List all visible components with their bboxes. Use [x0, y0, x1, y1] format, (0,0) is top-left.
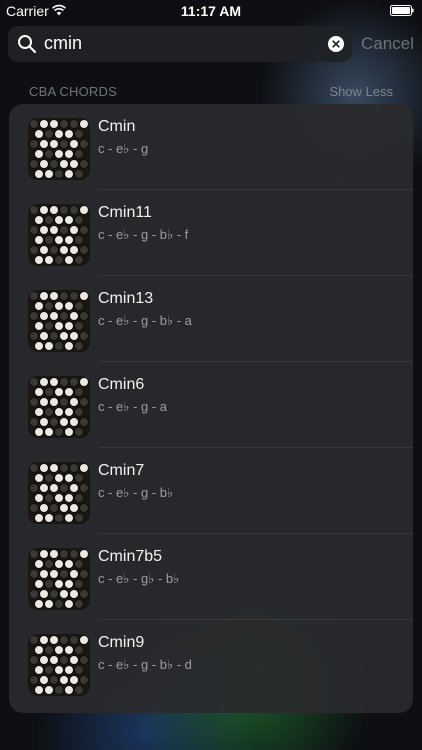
- clock: 11:17 AM: [180, 3, 242, 19]
- result-name: Cmin9: [98, 634, 145, 651]
- result-item[interactable]: Cmin7b5 c - e♭ - g♭ - b♭: [9, 534, 413, 620]
- result-item[interactable]: Cmin c - e♭ - g: [9, 104, 413, 190]
- result-item[interactable]: Cmin11 c - e♭ - g - b♭ - f: [9, 190, 413, 276]
- accordion-buttons-icon: [28, 118, 90, 180]
- status-bar: Carrier 11:17 AM: [0, 0, 422, 22]
- show-less-button[interactable]: Show Less: [329, 84, 393, 99]
- result-notes: c - e♭ - g - b♭ - d: [98, 657, 192, 672]
- result-item[interactable]: Cmin9 c - e♭ - g - b♭ - d: [9, 620, 413, 706]
- result-item[interactable]: Cmin13 c - e♭ - g - b♭ - a: [9, 276, 413, 362]
- result-name: Cmin7: [98, 462, 145, 479]
- result-notes: c - e♭ - g - b♭ - a: [98, 313, 192, 328]
- result-notes: c - e♭ - g♭ - b♭: [98, 571, 180, 586]
- result-notes: c - e♭ - g - b♭ - f: [98, 227, 189, 242]
- result-name: Cmin: [98, 118, 136, 135]
- search-icon: [18, 35, 37, 54]
- cancel-button[interactable]: Cancel: [361, 34, 414, 54]
- result-name: Cmin7b5: [98, 548, 163, 565]
- search-input[interactable]: cmin: [44, 33, 82, 54]
- result-name: Cmin6: [98, 376, 145, 393]
- result-item[interactable]: Cmin6 c - e♭ - g - a: [9, 362, 413, 448]
- results-card: Cmin c - e♭ - g Cmin11 c - e♭ - g - b♭ -…: [9, 104, 413, 713]
- result-item[interactable]: Cmin7 c - e♭ - g - b♭: [9, 448, 413, 534]
- accordion-buttons-icon: [28, 634, 90, 696]
- result-list: Cmin c - e♭ - g Cmin11 c - e♭ - g - b♭ -…: [9, 104, 413, 706]
- accordion-buttons-icon: [28, 376, 90, 438]
- result-notes: c - e♭ - g - a: [98, 399, 167, 414]
- clear-icon[interactable]: [328, 36, 344, 52]
- section-title: CBA CHORDS: [29, 84, 117, 99]
- search-field[interactable]: cmin: [8, 26, 352, 62]
- accordion-buttons-icon: [28, 204, 90, 266]
- battery-icon: [390, 5, 414, 16]
- result-notes: c - e♭ - g - b♭: [98, 485, 174, 500]
- accordion-buttons-icon: [28, 462, 90, 524]
- accordion-buttons-icon: [28, 548, 90, 610]
- result-name: Cmin11: [98, 204, 152, 221]
- result-notes: c - e♭ - g: [98, 141, 149, 156]
- accordion-buttons-icon: [28, 290, 90, 352]
- result-name: Cmin13: [98, 290, 154, 307]
